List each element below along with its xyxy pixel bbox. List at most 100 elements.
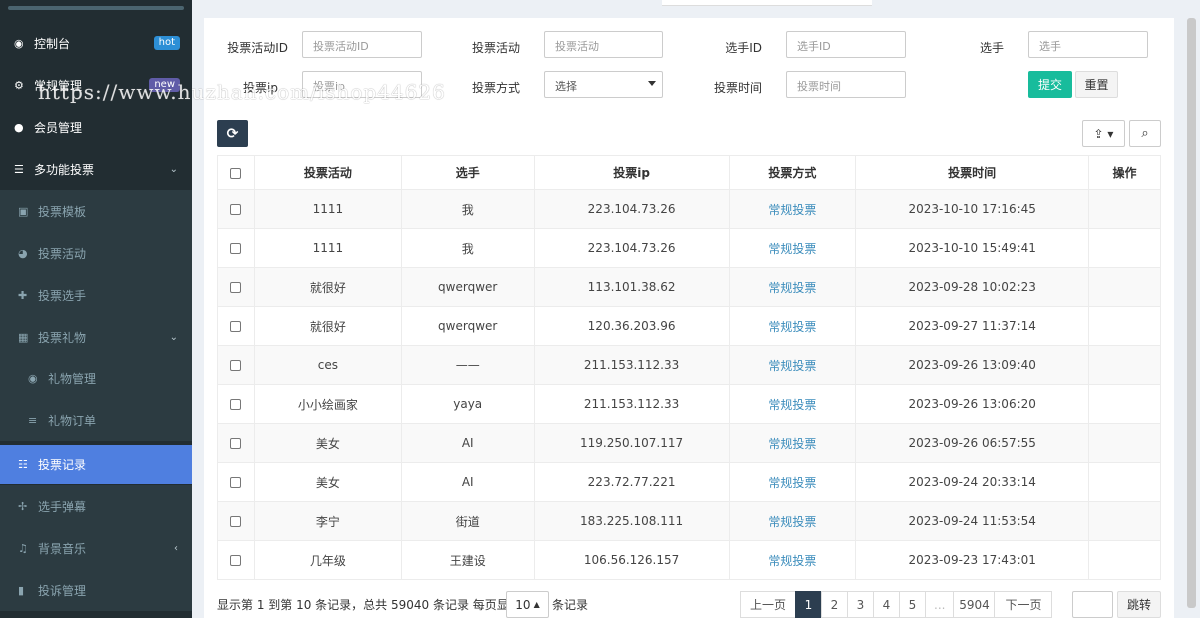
refresh-button[interactable]: ⟳ bbox=[217, 120, 248, 147]
header-player[interactable]: 选手 bbox=[400, 155, 535, 190]
time-input[interactable]: 投票时间 bbox=[786, 71, 906, 98]
last-page-button[interactable]: 5904 bbox=[953, 591, 996, 618]
arrows-icon: ✢ bbox=[18, 499, 28, 513]
cell-method: 常规投票 bbox=[728, 345, 857, 385]
cell-method: 常规投票 bbox=[728, 462, 857, 502]
activity-input[interactable]: 投票活动 bbox=[544, 31, 663, 58]
caret-up-icon: ▲ bbox=[533, 600, 540, 609]
export-icon: ⇪ ▾ bbox=[1093, 126, 1114, 141]
row-checkbox-cell[interactable] bbox=[217, 228, 255, 268]
sidebar-item-gift-manage[interactable]: ◉ 礼物管理 bbox=[0, 357, 192, 399]
sidebar-item-voting[interactable]: ☰ 多功能投票 ⌄ bbox=[0, 148, 192, 190]
page-button[interactable]: 1 bbox=[795, 591, 822, 618]
cell-time: 2023-09-24 11:53:54 bbox=[855, 501, 1090, 541]
row-checkbox[interactable] bbox=[230, 438, 242, 449]
export-button[interactable]: ⇪ ▾ bbox=[1082, 120, 1125, 147]
table-row[interactable]: 美女 AI 223.72.77.221 常规投票 2023-09-24 20:33:14 bbox=[217, 462, 1161, 502]
chevron-down-icon: ⌄ bbox=[169, 331, 178, 343]
row-checkbox-cell[interactable] bbox=[217, 423, 255, 463]
cell-time: 2023-09-26 13:06:20 bbox=[855, 384, 1090, 424]
prev-page-button[interactable]: 上一页 bbox=[740, 591, 796, 618]
header-ip[interactable]: 投票ip bbox=[533, 155, 730, 190]
row-checkbox[interactable] bbox=[230, 555, 242, 566]
sidebar-item-complaints[interactable]: ▮ 投诉管理 bbox=[0, 569, 192, 611]
row-checkbox-cell[interactable] bbox=[217, 384, 255, 424]
row-checkbox[interactable] bbox=[230, 282, 242, 293]
page-button[interactable]: 2 bbox=[821, 591, 848, 618]
sidebar-item-gifts[interactable]: ▦ 投票礼物 ⌄ bbox=[0, 316, 192, 358]
table-row[interactable]: 就很好 qwerqwer 113.101.38.62 常规投票 2023-09-28 1… bbox=[217, 267, 1161, 307]
table-row[interactable]: ces —— 211.153.112.33 常规投票 2023-09-26 13:09:… bbox=[217, 345, 1161, 385]
row-checkbox-cell[interactable] bbox=[217, 462, 255, 502]
page-button[interactable]: 5 bbox=[899, 591, 926, 618]
table-row[interactable]: 1111 我 223.104.73.26 常规投票 2023-10-10 17:16:4… bbox=[217, 189, 1161, 229]
sidebar-top-bar bbox=[8, 6, 184, 10]
row-checkbox[interactable] bbox=[230, 399, 242, 410]
cell-activity: 就很好 bbox=[253, 306, 402, 346]
cell-ip: 120.36.203.96 bbox=[533, 306, 730, 346]
row-checkbox[interactable] bbox=[230, 477, 242, 488]
cell-activity: 美女 bbox=[253, 462, 402, 502]
cell-activity: ces bbox=[253, 345, 402, 385]
reset-button[interactable]: 重置 bbox=[1075, 71, 1118, 98]
page-button[interactable]: 4 bbox=[873, 591, 900, 618]
row-checkbox-cell[interactable] bbox=[217, 189, 255, 229]
next-page-button[interactable]: 下一页 bbox=[994, 591, 1053, 618]
sidebar-item-gift-orders[interactable]: ≡ 礼物订单 bbox=[0, 399, 192, 441]
row-checkbox[interactable] bbox=[230, 243, 242, 254]
search-button[interactable]: ⌕ bbox=[1129, 120, 1161, 147]
method-label: 投票方式 bbox=[471, 81, 520, 95]
row-checkbox-cell[interactable] bbox=[217, 306, 255, 346]
cell-method: 常规投票 bbox=[728, 267, 857, 307]
table-row[interactable]: 小小绘画家 yaya 211.153.112.33 常规投票 2023-09-26 13… bbox=[217, 384, 1161, 424]
player-id-input[interactable]: 选手ID bbox=[786, 31, 906, 58]
activity-id-input[interactable]: 投票活动ID bbox=[302, 31, 422, 58]
player-label: 选手 bbox=[979, 41, 1004, 55]
player-input[interactable]: 选手 bbox=[1028, 31, 1148, 58]
header-activity[interactable]: 投票活动 bbox=[253, 155, 402, 190]
sidebar-item-dashboard[interactable]: ◉ 控制台 hot bbox=[0, 22, 192, 64]
sidebar-item-danmaku[interactable]: ✢ 选手弹幕 bbox=[0, 485, 192, 527]
row-checkbox[interactable] bbox=[230, 360, 242, 371]
list-icon: ☰ bbox=[14, 162, 24, 176]
jump-page-input[interactable] bbox=[1072, 591, 1113, 618]
row-checkbox[interactable] bbox=[230, 516, 242, 527]
table-row[interactable]: 1111 我 223.104.73.26 常规投票 2023-10-10 15:49:4… bbox=[217, 228, 1161, 268]
row-checkbox-cell[interactable] bbox=[217, 540, 255, 580]
page-size-value: 10 bbox=[515, 597, 531, 612]
user-plus-icon: ✚ bbox=[18, 288, 28, 302]
scrollbar[interactable] bbox=[1187, 18, 1196, 608]
cell-ip: 211.153.112.33 bbox=[533, 384, 730, 424]
header-time[interactable]: 投票时间 bbox=[855, 155, 1090, 190]
sidebar-item-players[interactable]: ✚ 投票选手 bbox=[0, 274, 192, 316]
cell-player: AI bbox=[400, 462, 535, 502]
cell-activity: 就很好 bbox=[253, 267, 402, 307]
row-checkbox[interactable] bbox=[230, 204, 242, 215]
sidebar-item-music[interactable]: ♫ 背景音乐 ‹ bbox=[0, 527, 192, 569]
table-row[interactable]: 就很好 qwerqwer 120.36.203.96 常规投票 2023-09-27 1… bbox=[217, 306, 1161, 346]
method-select-value: 选择 bbox=[555, 80, 577, 93]
row-checkbox-cell[interactable] bbox=[217, 345, 255, 385]
gift-icon: ▦ bbox=[18, 330, 29, 344]
table-row[interactable]: 美女 AI 119.250.107.117 常规投票 2023-09-26 06:57:… bbox=[217, 423, 1161, 463]
page-size-select[interactable]: 10 ▲ bbox=[506, 591, 549, 618]
sidebar-item-records[interactable]: ☷ 投票记录 bbox=[0, 445, 192, 484]
row-checkbox[interactable] bbox=[230, 321, 242, 332]
row-checkbox-cell[interactable] bbox=[217, 267, 255, 307]
sidebar-item-activities[interactable]: ◕ 投票活动 bbox=[0, 232, 192, 274]
records-suffix: 条记录 bbox=[552, 598, 589, 612]
table-row[interactable]: 几年级 王建设 106.56.126.157 常规投票 2023-09-23 17:43… bbox=[217, 540, 1161, 580]
header-method[interactable]: 投票方式 bbox=[728, 155, 857, 190]
jump-button[interactable]: 跳转 bbox=[1117, 591, 1161, 618]
submit-button[interactable]: 提交 bbox=[1028, 71, 1072, 98]
cell-actions bbox=[1088, 345, 1161, 385]
row-checkbox-cell[interactable] bbox=[217, 501, 255, 541]
sidebar-item-templates[interactable]: ▣ 投票模板 bbox=[0, 190, 192, 232]
select-all-cell[interactable] bbox=[217, 155, 255, 190]
select-all-checkbox[interactable] bbox=[230, 167, 242, 179]
page-button[interactable]: 3 bbox=[847, 591, 874, 618]
cell-player: 我 bbox=[400, 189, 535, 229]
method-select[interactable]: 选择 bbox=[544, 71, 663, 98]
sidebar-item-members[interactable]: ● 会员管理 bbox=[0, 106, 192, 148]
table-row[interactable]: 李宁 街道 183.225.108.111 常规投票 2023-09-24 11:53:… bbox=[217, 501, 1161, 541]
